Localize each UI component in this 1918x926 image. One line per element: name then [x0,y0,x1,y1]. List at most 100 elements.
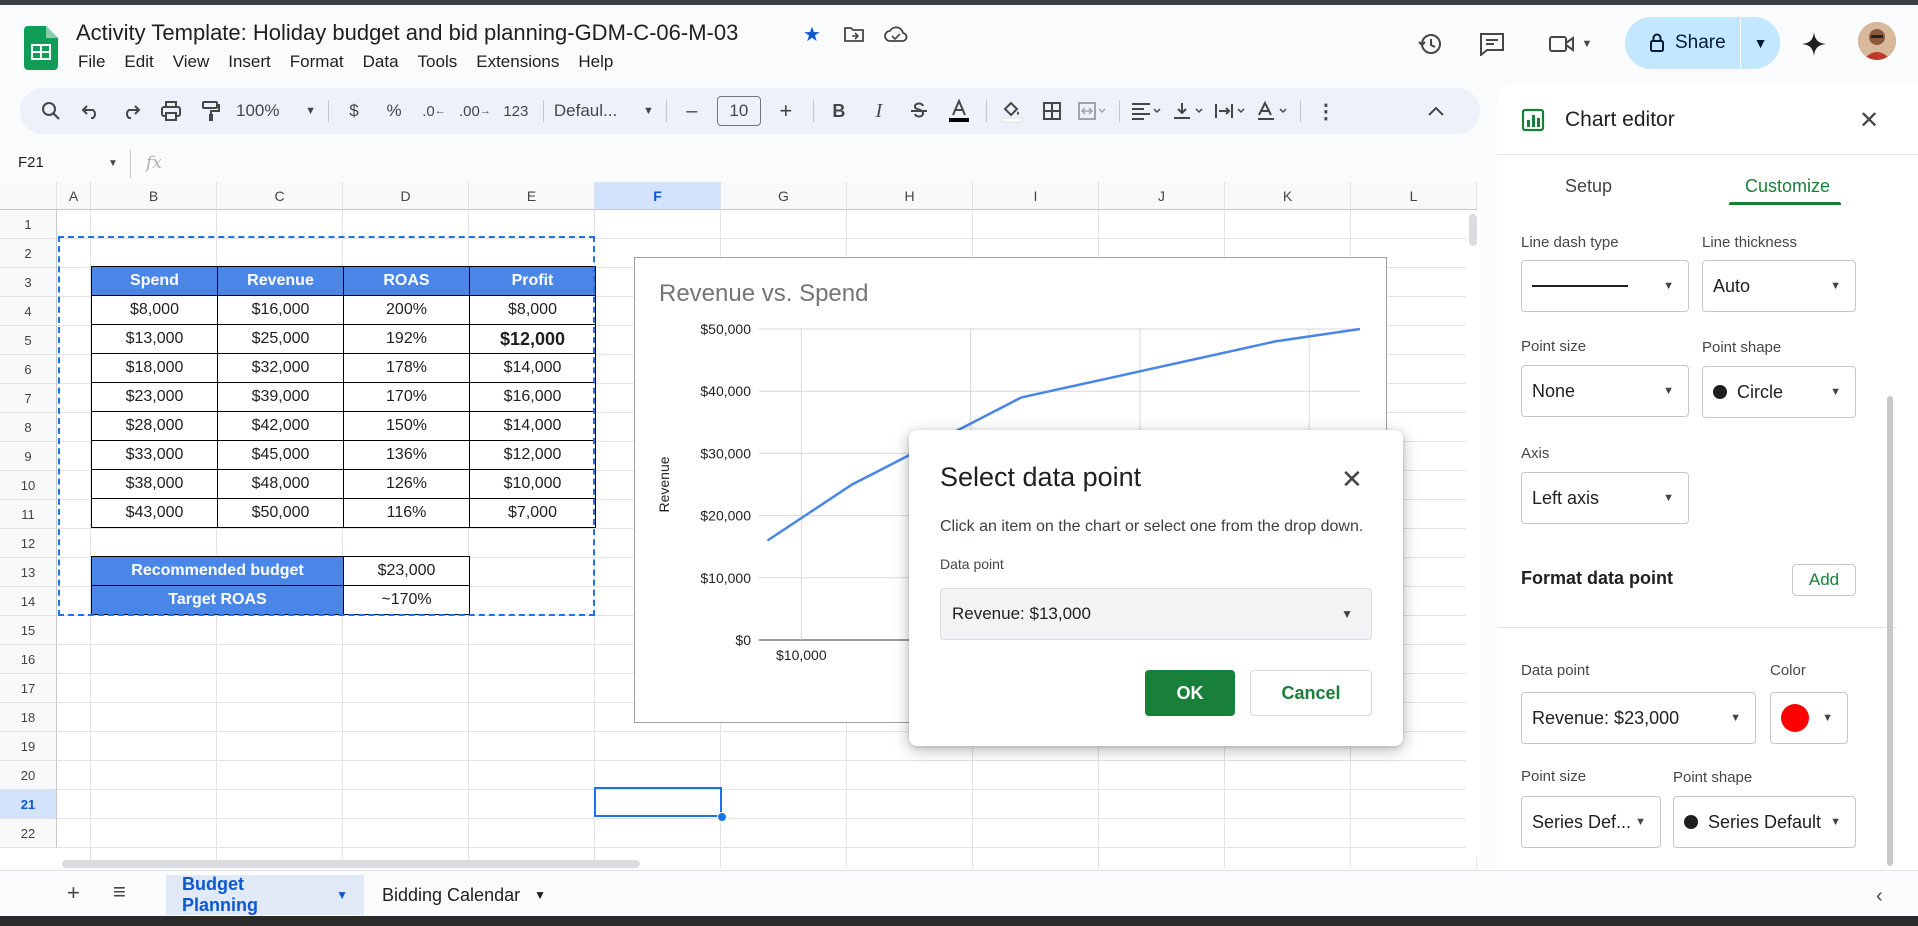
editor-scrollbar[interactable] [1887,396,1893,866]
table-cell[interactable]: $38,000 [91,469,218,499]
table-cell[interactable]: $8,000 [91,295,218,325]
font-family-select[interactable]: Defaul... ▼ [554,94,654,128]
table-cell[interactable]: 170% [343,382,470,412]
table-cell[interactable]: $39,000 [217,382,344,412]
table-cell[interactable]: $18,000 [91,353,218,383]
summary-label[interactable]: Recommended budget [91,556,344,586]
row-header-9[interactable]: 9 [0,442,57,471]
column-header-b[interactable]: B [91,182,217,210]
table-cell[interactable]: $10,000 [469,469,596,499]
share-dropdown-icon[interactable]: ▼ [1741,35,1780,51]
redo-icon[interactable] [116,94,146,128]
table-cell[interactable]: $23,000 [91,382,218,412]
table-cell[interactable]: 200% [343,295,470,325]
close-icon[interactable]: ✕ [1341,464,1363,495]
menu-data[interactable]: Data [363,50,410,74]
print-icon[interactable] [156,94,186,128]
select-all-corner[interactable] [0,182,57,210]
row-header-6[interactable]: 6 [0,355,57,384]
menu-help[interactable]: Help [578,50,624,74]
share-button[interactable]: Share ▼ [1625,17,1780,69]
vertical-scrollbar[interactable] [1466,212,1480,858]
cancel-button[interactable]: Cancel [1250,670,1372,716]
table-cell[interactable]: $16,000 [217,295,344,325]
table-cell[interactable]: $7,000 [469,498,596,528]
table-cell[interactable]: $14,000 [469,411,596,441]
point-shape-dropdown[interactable]: Circle ▼ [1702,366,1856,418]
menu-insert[interactable]: Insert [228,50,282,74]
row-header-2[interactable]: 2 [0,239,57,268]
table-cell[interactable]: $8,000 [469,295,596,325]
increase-decimal-button[interactable]: .00 → [459,94,491,128]
row-header-21[interactable]: 21 [0,790,57,819]
table-cell[interactable]: $50,000 [217,498,344,528]
more-formats-button[interactable]: 123 [501,94,531,128]
cloud-saved-icon[interactable] [884,22,908,46]
column-header-c[interactable]: C [217,182,343,210]
table-cell[interactable]: $12,000 [469,324,596,354]
column-header-h[interactable]: H [847,182,973,210]
summary-value[interactable]: $23,000 [343,556,470,586]
table-cell[interactable]: $28,000 [91,411,218,441]
column-header-k[interactable]: K [1225,182,1351,210]
table-cell[interactable]: 116% [343,498,470,528]
table-cell[interactable]: $12,000 [469,440,596,470]
undo-icon[interactable] [76,94,106,128]
bold-button[interactable]: B [824,94,854,128]
column-header-l[interactable]: L [1351,182,1477,210]
row-header-1[interactable]: 1 [0,210,57,239]
table-cell[interactable]: $25,000 [217,324,344,354]
more-options-icon[interactable]: ⋮ [1311,94,1341,128]
name-box[interactable]: F21 [18,154,44,171]
chevron-left-icon[interactable]: ‹ [1876,885,1883,908]
data-point-dropdown[interactable]: Revenue: $23,000 ▼ [1521,692,1756,744]
row-header-10[interactable]: 10 [0,471,57,500]
all-sheets-icon[interactable]: ≡ [113,879,126,905]
table-cell[interactable]: 178% [343,353,470,383]
column-header-g[interactable]: G [721,182,847,210]
text-color-icon[interactable] [944,94,974,128]
table-cell[interactable]: 150% [343,411,470,441]
row-header-17[interactable]: 17 [0,674,57,703]
sheet-tab-bidding-calendar[interactable]: Bidding Calendar ▼ [366,875,562,915]
paint-format-icon[interactable] [196,94,226,128]
row-header-5[interactable]: 5 [0,326,57,355]
row-header-18[interactable]: 18 [0,703,57,732]
line-dash-type-dropdown[interactable]: ▼ [1521,260,1689,312]
tab-setup[interactable]: Setup [1565,176,1612,197]
strikethrough-icon[interactable] [904,94,934,128]
row-header-16[interactable]: 16 [0,645,57,674]
table-cell[interactable]: $43,000 [91,498,218,528]
horizontal-scroll-thumb[interactable] [62,860,640,868]
collapse-toolbar-icon[interactable] [1421,94,1451,128]
dp-point-shape-dropdown[interactable]: Series Default ▼ [1673,796,1856,848]
table-cell[interactable]: $45,000 [217,440,344,470]
line-thickness-dropdown[interactable]: Auto ▼ [1702,260,1856,312]
meet-video-icon[interactable]: ▼ [1540,24,1600,64]
row-header-7[interactable]: 7 [0,384,57,413]
point-size-dropdown[interactable]: None ▼ [1521,365,1689,417]
document-title[interactable]: Activity Template: Holiday budget and bi… [76,20,738,46]
increase-font-size-button[interactable]: + [771,94,801,128]
row-header-15[interactable]: 15 [0,616,57,645]
tab-customize[interactable]: Customize [1745,176,1830,197]
version-history-icon[interactable] [1410,24,1450,64]
row-header-11[interactable]: 11 [0,500,57,529]
table-cell[interactable]: $14,000 [469,353,596,383]
italic-button[interactable]: I [864,94,894,128]
sheets-logo-icon[interactable] [24,26,58,70]
table-cell[interactable]: 192% [343,324,470,354]
table-header-cell[interactable]: Profit [469,266,596,296]
font-size-input[interactable]: 10 [716,94,761,128]
active-cell-F21[interactable] [594,787,722,817]
zoom-select[interactable]: 100% ▼ [236,94,316,128]
row-header-22[interactable]: 22 [0,819,57,848]
table-cell[interactable]: $33,000 [91,440,218,470]
table-cell[interactable]: $13,000 [91,324,218,354]
menu-file[interactable]: File [78,50,116,74]
table-cell[interactable]: $32,000 [217,353,344,383]
column-header-f[interactable]: F [595,182,721,210]
column-header-j[interactable]: J [1099,182,1225,210]
chevron-down-icon[interactable]: ▼ [336,888,348,902]
row-header-8[interactable]: 8 [0,413,57,442]
